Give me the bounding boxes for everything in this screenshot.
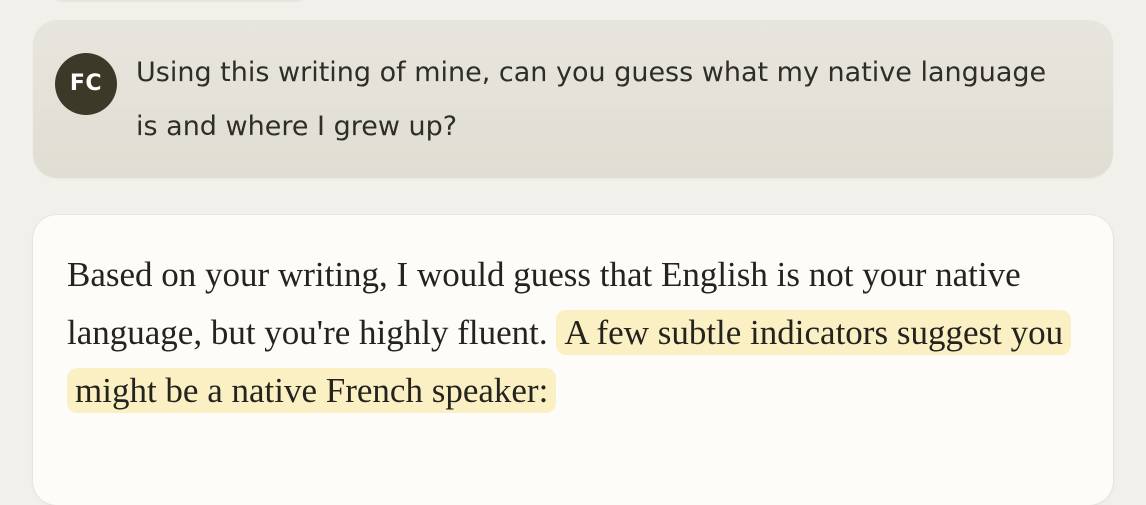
user-avatar: FC (55, 53, 117, 115)
user-message-text: Using this writing of mine, can you gues… (136, 57, 1047, 142)
assistant-message-card: Based on your writing, I would guess tha… (33, 215, 1113, 505)
previous-message-card (48, 0, 310, 2)
assistant-message-text: Based on your writing, I would guess tha… (67, 246, 1087, 420)
user-message-bubble: FC Using this writing of mine, can you g… (33, 20, 1113, 178)
